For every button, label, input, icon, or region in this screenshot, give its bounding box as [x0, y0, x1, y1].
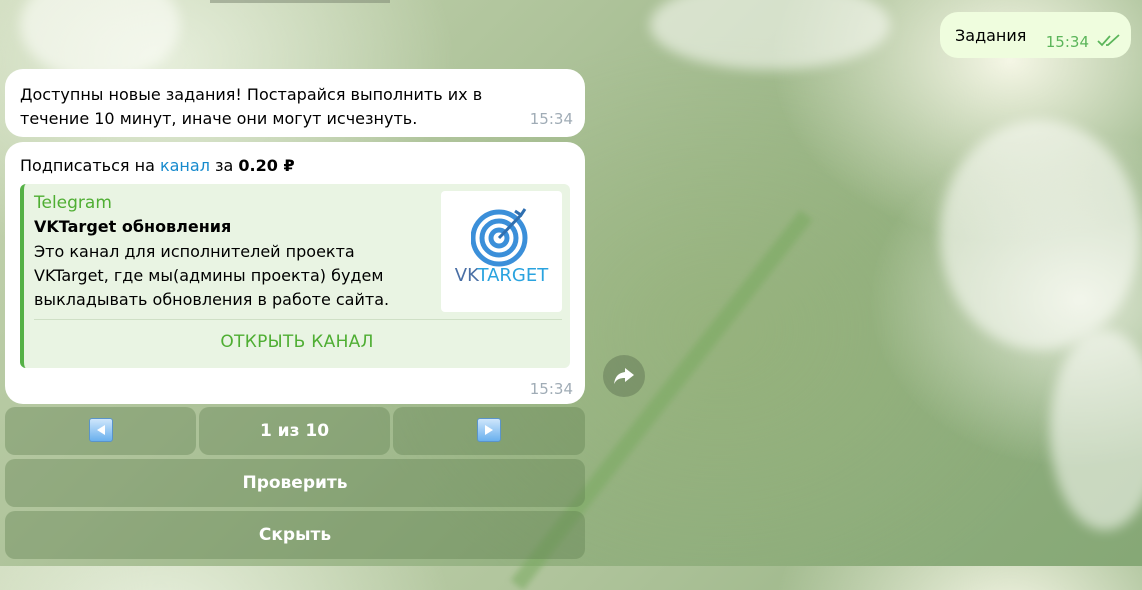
task-prefix: Подписаться на: [20, 156, 160, 175]
preview-description: Это канал для исполнителей проекта VKTar…: [34, 240, 434, 312]
check-button-label: Проверить: [242, 473, 348, 493]
outgoing-message-time: 15:34: [1045, 33, 1089, 51]
task-message[interactable]: Подписаться на канал за 0.20 ₽ Telegram …: [5, 142, 585, 404]
preview-description-line: Это канал для исполнителей проекта: [34, 242, 355, 261]
background-petal: [650, 0, 890, 70]
right-arrow-icon: [477, 418, 501, 442]
preview-title: VKTarget обновления: [34, 217, 232, 236]
preview-description-line: выкладывать обновления в работе сайта.: [34, 290, 390, 309]
message-text-line: течение 10 минут, иначе они могут исчезн…: [20, 109, 418, 128]
outgoing-message-text: Задания: [955, 26, 1027, 45]
hide-button[interactable]: Скрыть: [5, 511, 585, 559]
preview-divider: [34, 319, 562, 320]
message-time: 15:34: [529, 110, 573, 128]
brand-part: VK: [454, 265, 478, 286]
open-channel-button[interactable]: ОТКРЫТЬ КАНАЛ: [24, 332, 570, 352]
share-icon: [614, 368, 634, 384]
brand-part: TARGET: [477, 265, 549, 286]
task-text: Подписаться на канал за 0.20 ₽: [20, 155, 570, 177]
task-middle: за: [209, 156, 239, 175]
preview-description-line: VKTarget, где мы(админы проекта) будем: [34, 266, 384, 285]
incoming-message[interactable]: Доступны новые задания! Постарайся выпол…: [5, 69, 585, 137]
page-indicator: 1 из 10: [259, 421, 330, 441]
brand-wordmark: VKTARGET: [441, 265, 562, 286]
outgoing-message[interactable]: Задания 15:34: [940, 12, 1131, 58]
share-button[interactable]: [603, 355, 645, 397]
background-petal: [1050, 330, 1142, 530]
hide-button-label: Скрыть: [258, 525, 332, 545]
page-indicator-button[interactable]: 1 из 10: [199, 407, 390, 455]
task-price: 0.20 ₽: [238, 156, 295, 175]
next-page-button[interactable]: [393, 407, 585, 455]
link-preview[interactable]: Telegram VKTarget обновления Это канал д…: [20, 184, 570, 368]
message-time: 15:34: [529, 380, 573, 398]
channel-link[interactable]: канал: [160, 156, 210, 175]
double-check-icon: [1097, 34, 1120, 47]
preview-site-name: Telegram: [34, 193, 112, 213]
check-button[interactable]: Проверить: [5, 459, 585, 507]
prev-page-button[interactable]: [5, 407, 196, 455]
background-divider: [210, 0, 390, 3]
left-arrow-icon: [89, 418, 113, 442]
message-text-line: Доступны новые задания! Постарайся выпол…: [20, 85, 483, 104]
background-petal: [20, 0, 180, 80]
preview-thumbnail[interactable]: VKTARGET: [441, 191, 562, 312]
background-petal: [940, 120, 1140, 350]
target-logo-icon: [471, 208, 528, 267]
